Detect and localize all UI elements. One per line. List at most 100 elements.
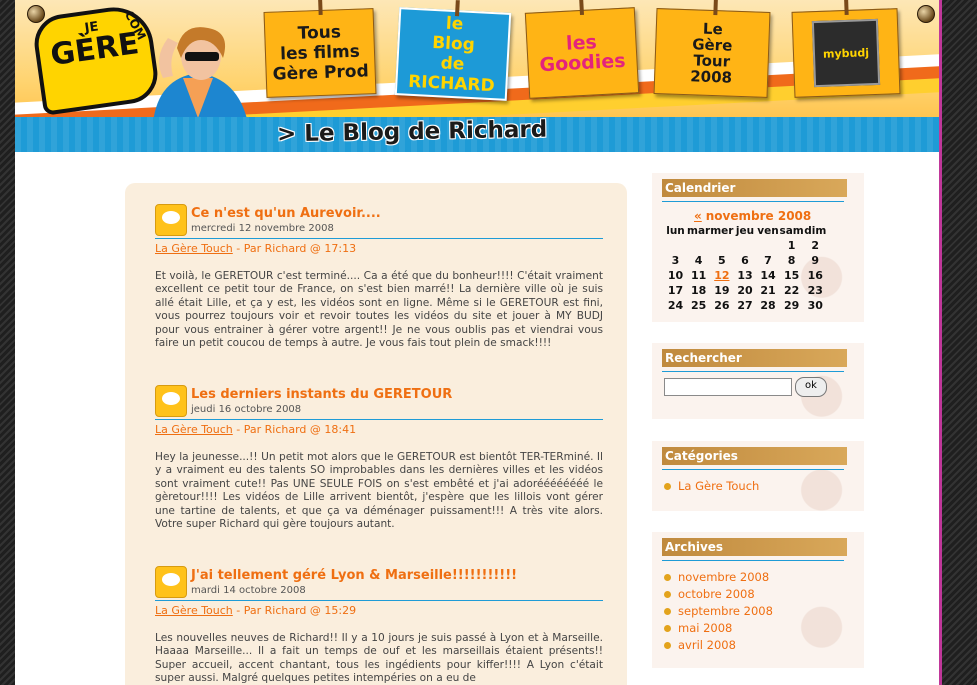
hanging-cord bbox=[318, 0, 323, 16]
calendar-day: 19 bbox=[714, 284, 730, 297]
calendar-day bbox=[687, 238, 710, 253]
calendar-week-row: 10 11 12 13 14 15 16 bbox=[664, 268, 827, 283]
calendar-header: «novembre 2008 bbox=[694, 209, 811, 223]
site-logo[interactable]: JE GÈRE .COM bbox=[30, 2, 162, 116]
calendar-day: 23 bbox=[807, 284, 823, 297]
calendar-day: 22 bbox=[783, 284, 800, 297]
calendar-day: 2 bbox=[811, 239, 820, 252]
post-title-link[interactable]: Les derniers instants du GERETOUR bbox=[191, 387, 452, 402]
calendar-day: 20 bbox=[737, 284, 753, 297]
header-banner: JE GÈRE .COM Tous les films Gère Prod le… bbox=[15, 0, 939, 152]
calendar-day bbox=[710, 238, 733, 253]
calendar-week-row: 17 18 19 20 21 22 23 bbox=[664, 283, 827, 298]
calendar-days: 1 2 3 4 5 6 7 8 9 10 11 12 13 14 15 16 17 18 19 20 21 22 23 24 2… bbox=[664, 238, 827, 313]
post-date: mardi 14 octobre 2008 bbox=[191, 585, 306, 596]
calendar-day: 14 bbox=[760, 269, 776, 282]
search-ok-button[interactable]: ok bbox=[795, 377, 827, 397]
post-author-time: - Par Richard @ 18:41 bbox=[232, 423, 357, 436]
nav-gere-tour-2008[interactable]: Le Gère Tour 2008 bbox=[653, 0, 771, 98]
post-body: Et voilà, le GERETOUR c'est terminé.... … bbox=[155, 270, 603, 350]
calendar-week-row: 3 4 5 6 7 8 9 bbox=[664, 253, 827, 268]
divider bbox=[662, 371, 844, 372]
calendar-day: 16 bbox=[807, 269, 823, 282]
page-title-bar: > Le Blog de Richard bbox=[15, 117, 939, 152]
calendar-day: 30 bbox=[807, 299, 823, 312]
calendar-day: 11 bbox=[690, 269, 707, 282]
speech-bubble-icon bbox=[155, 566, 187, 598]
divider bbox=[662, 469, 844, 470]
page: JE GÈRE .COM Tous les films Gère Prod le… bbox=[15, 0, 942, 685]
hanging-cord bbox=[579, 0, 585, 16]
nav-label: le Blog de RICHARD bbox=[407, 13, 496, 97]
calendar-day: 24 bbox=[667, 299, 684, 312]
archive-link[interactable]: novembre 2008 bbox=[664, 570, 773, 587]
weekday-label: sam bbox=[779, 224, 804, 237]
blog-posts-panel: Ce n'est qu'un Aurevoir.... mercredi 12 … bbox=[125, 183, 627, 685]
weekday-label: mar bbox=[687, 224, 711, 237]
calendar-grid: lun mar mer jeu ven sam dim 1 2 3 4 5 6 7 8 9 10 1… bbox=[664, 223, 827, 313]
divider bbox=[662, 201, 844, 202]
weekday-label: lun bbox=[666, 224, 685, 237]
nav-goodies[interactable]: les Goodies bbox=[524, 0, 640, 99]
calendar-day: 3 bbox=[671, 254, 680, 267]
nav-mybudj[interactable]: mybudj bbox=[791, 0, 901, 98]
archive-link[interactable]: avril 2008 bbox=[664, 638, 773, 655]
post-body: Les nouvelles neuves de Richard!! Il y a… bbox=[155, 632, 603, 685]
post-date: jeudi 16 octobre 2008 bbox=[191, 404, 302, 415]
post-author-time: - Par Richard @ 15:29 bbox=[232, 604, 357, 617]
calendar-day: 15 bbox=[783, 269, 800, 282]
archives-title: Archives bbox=[662, 538, 847, 556]
categories-list: La Gère Touch bbox=[664, 479, 759, 496]
calendar-prev-month-link[interactable]: « bbox=[694, 209, 702, 223]
calendar-widget: Calendrier «novembre 2008 lun mar mer je… bbox=[652, 173, 864, 322]
calendar-day: 10 bbox=[667, 269, 684, 282]
calendar-day: 25 bbox=[690, 299, 707, 312]
richard-mascot-image bbox=[153, 27, 248, 123]
weekday-label: mer bbox=[710, 224, 734, 237]
calendar-day: 27 bbox=[737, 299, 753, 312]
post-body: Hey la jeunesse...!! Un petit mot alors … bbox=[155, 451, 603, 531]
calendar-day: 8 bbox=[787, 254, 796, 267]
search-title: Rechercher bbox=[662, 349, 847, 367]
nav-blog-richard[interactable]: le Blog de RICHARD bbox=[394, 0, 512, 101]
divider bbox=[662, 560, 844, 561]
archive-link[interactable]: octobre 2008 bbox=[664, 587, 773, 604]
calendar-day-link[interactable]: 12 bbox=[710, 268, 733, 283]
categories-widget: Catégories La Gère Touch bbox=[652, 441, 864, 511]
calendar-day: 4 bbox=[694, 254, 703, 267]
post-category-link[interactable]: La Gère Touch bbox=[155, 604, 233, 617]
archives-widget: Archives novembre 2008 octobre 2008 sept… bbox=[652, 532, 864, 668]
search-input[interactable] bbox=[664, 378, 792, 396]
hanging-cord bbox=[713, 0, 718, 16]
calendar-day: 17 bbox=[667, 284, 684, 297]
calendar-title: Calendrier bbox=[662, 179, 847, 197]
calendar-day: 1 bbox=[787, 239, 796, 252]
calendar-week-row: 12 bbox=[664, 238, 827, 253]
calendar-day: 21 bbox=[760, 284, 776, 297]
post-title-link[interactable]: Ce n'est qu'un Aurevoir.... bbox=[191, 206, 381, 221]
archive-link[interactable]: septembre 2008 bbox=[664, 604, 773, 621]
nav-label: mybudj bbox=[822, 45, 870, 61]
post-category-link[interactable]: La Gère Touch bbox=[155, 423, 233, 436]
post-meta: La Gère Touch - Par Richard @ 15:29 bbox=[155, 600, 603, 623]
page-title: > Le Blog de Richard bbox=[276, 116, 548, 148]
category-link[interactable]: La Gère Touch bbox=[664, 479, 759, 496]
weekday-label: dim bbox=[804, 224, 827, 237]
archive-link[interactable]: mai 2008 bbox=[664, 621, 773, 638]
calendar-week-row: 24 25 26 27 28 29 30 bbox=[664, 298, 827, 313]
speech-bubble-icon bbox=[155, 204, 187, 236]
calendar-day: 13 bbox=[737, 269, 753, 282]
post-meta: La Gère Touch - Par Richard @ 17:13 bbox=[155, 238, 603, 261]
calendar-day: 26 bbox=[714, 299, 730, 312]
speech-bubble-icon bbox=[155, 385, 187, 417]
post-category-link[interactable]: La Gère Touch bbox=[155, 242, 233, 255]
mybudj-logo-icon: mybudj bbox=[811, 18, 881, 88]
nav-films-gere-prod[interactable]: Tous les films Gère Prod bbox=[263, 0, 377, 98]
hanging-cord bbox=[844, 0, 849, 16]
calendar-day: 7 bbox=[764, 254, 772, 267]
calendar-day: 28 bbox=[760, 299, 776, 312]
post-title-link[interactable]: J'ai tellement géré Lyon & Marseille!!!!… bbox=[191, 568, 517, 583]
post-author-time: - Par Richard @ 17:13 bbox=[232, 242, 357, 255]
categories-title: Catégories bbox=[662, 447, 847, 465]
calendar-day bbox=[664, 238, 687, 253]
